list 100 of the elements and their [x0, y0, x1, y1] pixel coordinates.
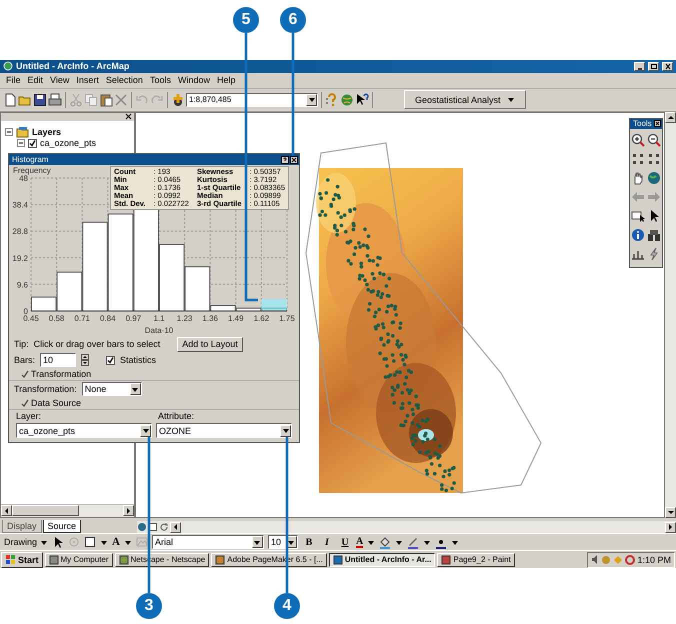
geostatistical-analyst-button[interactable]: Geostatistical Analyst — [404, 90, 526, 110]
close-icon[interactable] — [654, 120, 661, 128]
transformation-dropdown[interactable]: None — [82, 382, 142, 396]
checkmark-icon[interactable] — [21, 370, 29, 378]
taskbar-button[interactable]: Untitled - ArcInfo - Ar... — [328, 552, 436, 567]
menu-item[interactable]: Help — [216, 75, 236, 86]
scroll-left-button[interactable] — [1, 505, 12, 516]
speaker-icon[interactable] — [591, 554, 600, 566]
start-button[interactable]: Start — [1, 552, 43, 568]
scroll-right-button[interactable] — [665, 522, 676, 533]
caret-icon[interactable] — [124, 538, 132, 546]
add-data-icon[interactable] — [171, 92, 185, 107]
minimize-button[interactable] — [634, 62, 645, 71]
collapse-icon[interactable] — [17, 139, 25, 148]
histogram-bar[interactable] — [184, 266, 210, 312]
scroll-up-button[interactable] — [665, 112, 676, 123]
histogram-bar[interactable] — [133, 208, 159, 312]
collapse-icon[interactable] — [5, 128, 13, 136]
help-icon[interactable] — [281, 156, 289, 164]
attribute-dropdown[interactable]: OZONE — [156, 423, 292, 438]
palette-title: Tools — [633, 119, 652, 128]
binoculars-icon[interactable] — [647, 228, 661, 242]
rectangle-icon[interactable] — [84, 536, 96, 548]
font-size-field[interactable]: 10 — [268, 535, 298, 550]
line-color-icon[interactable] — [407, 536, 420, 549]
histogram-bar[interactable] — [236, 308, 262, 312]
maximize-icon — [650, 62, 658, 70]
refresh-icon[interactable] — [159, 522, 169, 532]
new-document-icon[interactable] — [3, 92, 17, 107]
menu-item[interactable]: Window — [178, 75, 210, 86]
drawing-menu[interactable]: Drawing — [4, 537, 48, 548]
spin-up-icon[interactable] — [81, 354, 90, 360]
info-icon[interactable] — [631, 228, 645, 242]
scale-field[interactable]: 1:8,870,485 — [186, 92, 318, 107]
histogram-bar[interactable] — [82, 222, 108, 312]
taskbar-button[interactable]: My Computer — [44, 552, 113, 567]
format-button[interactable]: B — [302, 536, 316, 548]
menu-item[interactable]: Tools — [150, 75, 171, 86]
histogram-bar[interactable] — [56, 272, 82, 312]
close-button[interactable] — [662, 62, 673, 71]
scroll-left-button[interactable] — [170, 522, 181, 533]
font-color-button[interactable]: A — [356, 536, 364, 548]
histogram-bar[interactable] — [261, 308, 287, 312]
pointer-question-icon[interactable] — [355, 92, 369, 107]
tree-item[interactable]: Layers — [32, 127, 62, 138]
down-arrow-icon — [666, 509, 674, 516]
histogram-bar[interactable] — [108, 214, 134, 312]
paste-icon[interactable] — [99, 92, 113, 107]
scroll-thumb[interactable] — [12, 505, 79, 516]
dot-grid-icon[interactable] — [631, 152, 645, 166]
spin-down-icon[interactable] — [81, 360, 90, 366]
window-icon — [332, 554, 343, 565]
taskbar-button[interactable]: Page9_2 - Paint — [437, 552, 515, 567]
caret-icon[interactable] — [100, 538, 108, 546]
tray-app-icon[interactable] — [625, 554, 636, 565]
caret-icon[interactable] — [367, 538, 376, 546]
menu-item[interactable]: Edit — [28, 75, 44, 86]
zoom-out-icon[interactable] — [647, 132, 661, 147]
histogram-bar[interactable] — [210, 305, 236, 312]
checkbox[interactable] — [28, 138, 37, 148]
select-features-icon[interactable] — [631, 208, 645, 223]
caret-icon[interactable] — [451, 538, 460, 546]
tab[interactable]: Display — [2, 520, 42, 534]
histogram-bar[interactable] — [31, 296, 57, 312]
dot-grid-icon[interactable] — [647, 152, 661, 166]
save-icon[interactable] — [33, 92, 47, 107]
checkmark-icon[interactable] — [21, 399, 29, 407]
bars-field[interactable]: 10 — [40, 353, 76, 367]
tip-text: Click or drag over bars to select — [34, 339, 160, 349]
close-icon[interactable] — [125, 113, 132, 120]
zoom-in-icon[interactable] — [631, 132, 645, 147]
layer-dropdown[interactable]: ca_ozone_pts — [16, 423, 152, 438]
pointer-icon[interactable] — [52, 536, 64, 549]
printer-icon[interactable] — [48, 92, 62, 107]
group-title[interactable]: Data Source — [31, 398, 82, 408]
add-to-layout-button[interactable]: Add to Layout — [177, 336, 243, 352]
tab[interactable]: Source — [42, 520, 82, 534]
axis-title: Data·10 — [144, 326, 174, 335]
menu-item[interactable]: Selection — [106, 75, 143, 86]
menu-item[interactable]: View — [50, 75, 70, 86]
scroll-right-button[interactable] — [123, 505, 134, 516]
format-button[interactable]: U — [338, 536, 352, 548]
close-icon[interactable] — [290, 156, 298, 164]
histogram-bar[interactable] — [159, 244, 185, 312]
tree-item[interactable]: ca_ozone_pts — [40, 138, 96, 148]
format-button[interactable]: I — [320, 536, 334, 548]
checkbox[interactable] — [106, 356, 116, 364]
menu-item[interactable]: Insert — [76, 75, 99, 86]
new-text-tool[interactable]: A — [112, 536, 120, 548]
menu-item[interactable]: File — [6, 75, 21, 86]
group-title[interactable]: Transformation — [31, 369, 92, 379]
lightning-icon[interactable] — [647, 246, 661, 261]
caret-icon[interactable] — [395, 538, 404, 546]
fill-color-icon[interactable] — [379, 536, 392, 549]
caret-icon[interactable] — [423, 538, 432, 546]
field-label: Attribute: — [158, 411, 194, 421]
maximize-button[interactable] — [648, 62, 659, 71]
scroll-down-button[interactable] — [665, 507, 676, 518]
font-field[interactable]: Arial — [152, 535, 264, 550]
window-icon — [441, 554, 452, 565]
